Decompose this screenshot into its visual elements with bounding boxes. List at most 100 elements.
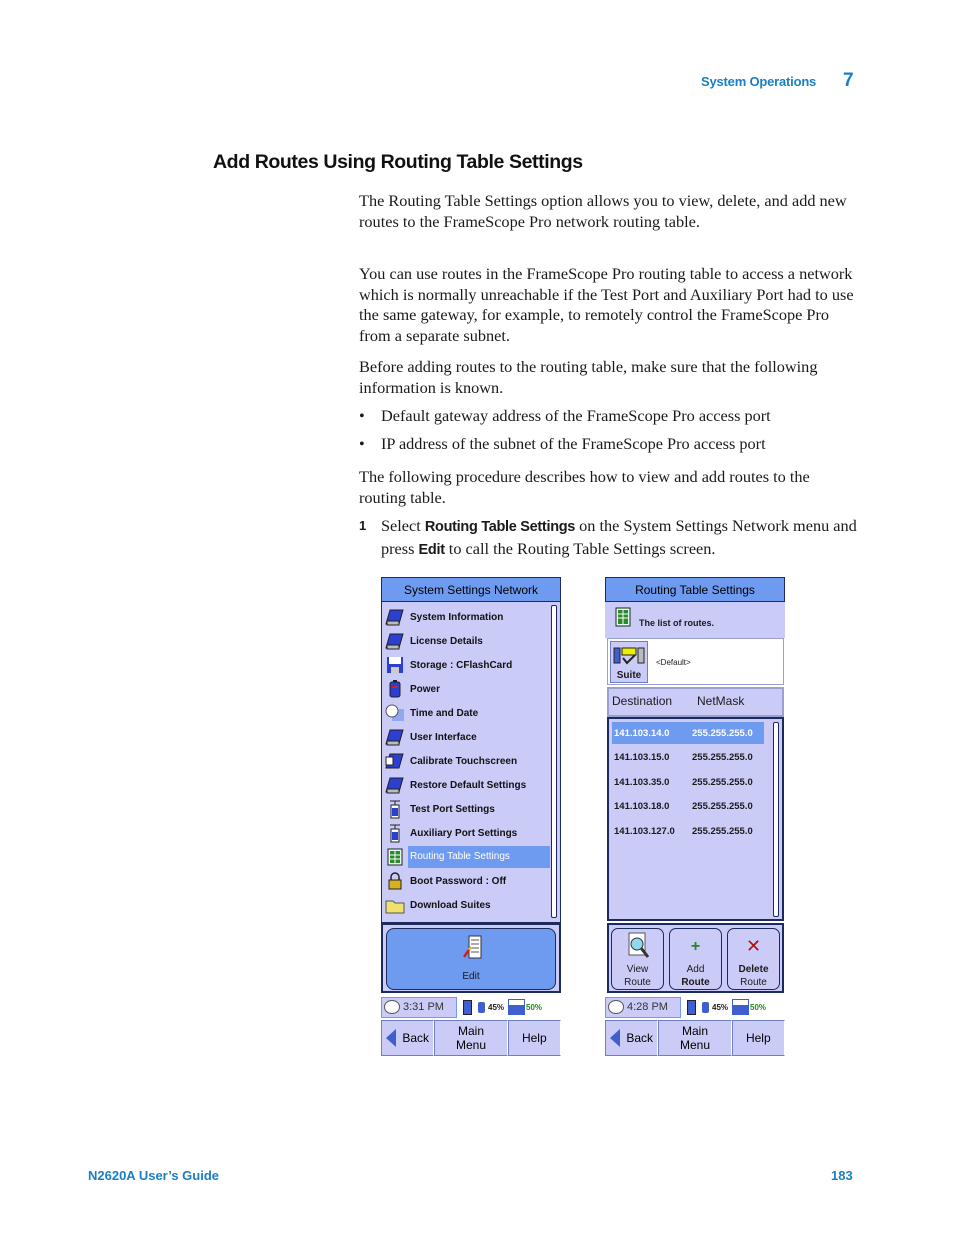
help-button[interactable]: Help: [507, 1020, 561, 1056]
bullet-item: • Default gateway address of the FrameSco…: [359, 406, 771, 425]
status-bar: 4:28 PM 45% 50%: [605, 996, 785, 1018]
back-label: Back: [402, 1031, 429, 1045]
delete-label-2: Route: [740, 977, 767, 988]
battery-icon: [478, 1001, 485, 1013]
clock-icon: [384, 1000, 400, 1014]
bullet-text: Default gateway address of the FrameScop…: [381, 406, 771, 425]
view-label-2: Route: [624, 977, 651, 988]
action-panel: Edit: [381, 923, 561, 993]
delete-route-button[interactable]: ✕ Delete Route: [727, 928, 780, 990]
back-button[interactable]: Back: [605, 1020, 659, 1056]
menu-item-label: Time and Date: [410, 707, 479, 719]
back-arrow-icon: [386, 1029, 397, 1047]
add-label-1: Add: [686, 964, 705, 975]
route-netmask: 255.255.255.0: [692, 752, 753, 763]
menu-item[interactable]: Storage : CFlashCard: [384, 654, 552, 676]
clock-display[interactable]: 4:28 PM: [605, 996, 681, 1018]
port-status-icon: [463, 999, 472, 1015]
route-netmask: 255.255.255.0: [692, 776, 753, 788]
description-text: The list of routes.: [639, 618, 715, 628]
delete-x-icon: ✕: [745, 935, 762, 956]
menu-item[interactable]: Download Suites: [384, 894, 552, 916]
main-menu-button[interactable]: Main Menu: [658, 1020, 732, 1056]
menu-item-label: System Information: [410, 611, 504, 623]
menu-item-label: Auxiliary Port Settings: [410, 827, 518, 839]
clock-display[interactable]: 3:31 PM: [381, 996, 457, 1018]
menu-item[interactable]: System Information: [384, 606, 552, 628]
procedure-step-1: 1 Select Routing Table Settings on the S…: [359, 515, 859, 561]
edit-label: Edit: [462, 971, 480, 982]
route-netmask: 255.255.255.0: [692, 801, 753, 812]
suite-icon: [613, 647, 645, 665]
help-label: Help: [521, 1031, 547, 1045]
help-button[interactable]: Help: [731, 1020, 785, 1056]
add-route-button[interactable]: + Add Route: [669, 928, 722, 990]
port-icon: [384, 823, 406, 843]
footer-guide-title: N2620A User’s Guide: [88, 1168, 220, 1183]
menu-item[interactable]: License Details: [384, 630, 552, 652]
scrollbar[interactable]: [773, 722, 779, 917]
menu-item[interactable]: Test Port Settings: [384, 798, 552, 820]
menu-item-label: Routing Table Settings: [408, 846, 550, 868]
menu-item-label: Download Suites: [410, 899, 491, 911]
time-text: 4:28 PM: [627, 1001, 668, 1013]
menu-item-label: Calibrate Touchscreen: [410, 755, 518, 767]
suite-button[interactable]: Suite: [610, 641, 648, 683]
menu-item[interactable]: Calibrate Touchscreen: [384, 750, 552, 772]
route-table-header: Destination NetMask: [607, 687, 784, 717]
menu-item-label: Power: [410, 683, 441, 695]
storage-percent: 50%: [526, 1002, 543, 1012]
menu-item[interactable]: Auxiliary Port Settings: [384, 822, 552, 844]
suite-label: Suite: [616, 670, 642, 681]
menu-item-label: User Interface: [410, 731, 477, 743]
menu-item[interactable]: Power: [384, 678, 552, 700]
route-row[interactable]: 141.103.14.0 255.255.255.0: [612, 722, 764, 744]
route-row[interactable]: 141.103.127.0 255.255.255.0: [612, 820, 764, 842]
back-arrow-icon: [610, 1029, 621, 1047]
clock-icon: [608, 1000, 624, 1014]
touch-pda-icon: [384, 751, 406, 771]
menu-item-label: Boot Password : Off: [410, 875, 507, 887]
menu-item[interactable]: Boot Password : Off: [384, 870, 552, 892]
route-destination: 141.103.15.0: [614, 752, 670, 763]
main-menu-button[interactable]: Main Menu: [434, 1020, 508, 1056]
table-icon: [615, 607, 631, 627]
step-number: 1: [359, 518, 367, 533]
screen-title: System Settings Network: [381, 577, 561, 602]
route-destination: 141.103.18.0: [614, 801, 670, 812]
settings-menu-list: System Information License Details Storage…: [381, 602, 561, 923]
menu-item[interactable]: Time and Date: [384, 702, 552, 724]
edit-button[interactable]: Edit: [386, 928, 556, 990]
route-destination: 141.103.35.0: [614, 776, 670, 788]
menu-item[interactable]: Restore Default Settings: [384, 774, 552, 796]
menu-item-label: License Details: [410, 635, 483, 647]
menu-item-label: Storage : CFlashCard: [410, 659, 513, 671]
route-destination: 141.103.127.0: [614, 825, 675, 837]
route-row[interactable]: 141.103.18.0 255.255.255.0: [612, 796, 764, 818]
column-netmask: NetMask: [697, 694, 745, 708]
bottom-nav: Back Main Menu Help: [381, 1020, 561, 1056]
menu-item-label: Test Port Settings: [410, 803, 495, 815]
menu-item[interactable]: Routing Table Settings: [384, 846, 552, 868]
view-label-1: View: [626, 964, 649, 975]
add-label-2: Route: [681, 977, 710, 988]
scrollbar[interactable]: [551, 605, 557, 918]
paragraph-intro: The Routing Table Settings option allows…: [359, 191, 847, 231]
view-route-button[interactable]: View Route: [611, 928, 664, 990]
running-header-chapter: 7: [843, 70, 854, 91]
back-button[interactable]: Back: [381, 1020, 435, 1056]
storage-icon: [508, 999, 526, 1015]
delete-label-1: Delete: [738, 964, 769, 975]
magnifier-icon: [628, 932, 649, 958]
menu-item[interactable]: User Interface: [384, 726, 552, 748]
main-menu-label: Main Menu: [455, 1024, 486, 1052]
route-row[interactable]: 141.103.35.0 255.255.255.0: [612, 771, 764, 793]
battery-percent: 45%: [488, 1002, 505, 1012]
route-row[interactable]: 141.103.15.0 255.255.255.0: [612, 747, 764, 769]
pda-icon: [384, 631, 406, 651]
help-label: Help: [745, 1031, 771, 1045]
pda-icon: [384, 607, 406, 627]
section-title: Add Routes Using Routing Table Settings: [213, 151, 583, 173]
route-destination: 141.103.14.0: [614, 727, 670, 739]
storage-icon: [732, 999, 750, 1015]
